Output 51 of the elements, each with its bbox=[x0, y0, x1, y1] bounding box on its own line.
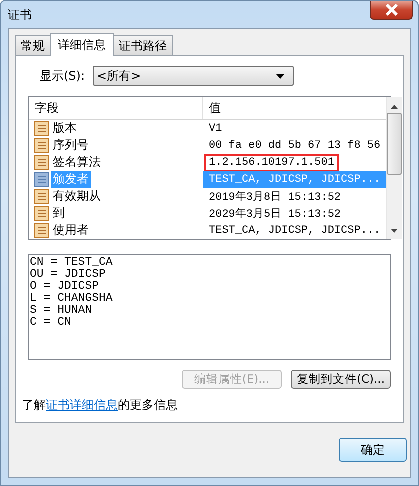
details-box[interactable]: CN = TEST_CA OU = JDICSP O = JDICSP L = CHANGSHA S = HUNAN C = CN bbox=[28, 254, 391, 360]
detail-line: CN = TEST_CA bbox=[30, 257, 114, 269]
close-button[interactable] bbox=[370, 1, 413, 20]
field-value: 00 fa e0 dd 5b 67 13 f8 56 bbox=[208, 138, 382, 154]
field-name: 有效期从 bbox=[52, 188, 102, 205]
column-header[interactable]: 字段 bbox=[29, 97, 203, 119]
detail-line: OU = JDICSP bbox=[30, 269, 107, 281]
field-name: 到 bbox=[52, 205, 66, 222]
dropdown-arrow-icon bbox=[276, 74, 286, 78]
field-name: 序列号 bbox=[52, 137, 90, 154]
detail-line: S = HUNAN bbox=[30, 305, 94, 317]
document-icon bbox=[34, 206, 50, 222]
scrollbar[interactable] bbox=[386, 97, 402, 239]
document-icon bbox=[34, 120, 50, 136]
field-row[interactable]: 使用者 TEST_CA, JDICSP, JDICSP... bbox=[29, 222, 386, 239]
document-icon bbox=[34, 222, 50, 238]
window-title: 证书 bbox=[8, 7, 32, 24]
scroll-thumb[interactable] bbox=[386, 113, 402, 175]
field-row[interactable]: 到 2029年3月5日 15:13:52 bbox=[29, 205, 386, 222]
field-value: TEST_CA, JDICSP, JDICSP... bbox=[208, 224, 382, 238]
field-value: V1 bbox=[208, 122, 224, 136]
field-name: 签名算法 bbox=[52, 154, 102, 171]
show-label: 显示(S): bbox=[40, 68, 86, 84]
scroll-up-icon bbox=[390, 105, 398, 109]
field-row[interactable]: 序列号 00 fa e0 dd 5b 67 13 f8 56 bbox=[29, 137, 386, 154]
detail-line: L = CHANGSHA bbox=[30, 293, 114, 305]
field-row[interactable]: 有效期从 2019年3月8日 15:13:52 bbox=[29, 188, 386, 205]
show-dropdown[interactable]: <所有> bbox=[93, 66, 294, 86]
scroll-down-icon bbox=[390, 229, 398, 233]
ok-button[interactable]: 确定 bbox=[339, 438, 407, 462]
close-icon bbox=[384, 4, 398, 16]
document-icon bbox=[34, 154, 50, 170]
document-icon bbox=[34, 172, 50, 188]
tab[interactable]: 详细信息 bbox=[50, 33, 114, 56]
field-name: 颁发者 bbox=[51, 171, 91, 188]
field-row[interactable]: 版本 V1 bbox=[29, 120, 386, 137]
details-link[interactable]: 证书详细信息 bbox=[46, 398, 118, 412]
action-button[interactable]: 复制到文件(C)... bbox=[291, 370, 391, 389]
detail-line: C = CN bbox=[30, 317, 72, 329]
field-value: 2029年3月5日 15:13:52 bbox=[208, 207, 342, 223]
field-name: 使用者 bbox=[52, 222, 90, 239]
column-header[interactable]: 值 bbox=[203, 97, 386, 119]
detail-line: O = JDICSP bbox=[30, 281, 100, 293]
tab[interactable]: 证书路径 bbox=[113, 35, 173, 55]
document-icon bbox=[34, 188, 50, 204]
field-name: 版本 bbox=[52, 120, 78, 137]
field-value: TEST_CA, JDICSP, JDICSP... bbox=[208, 172, 382, 188]
document-icon bbox=[34, 138, 50, 154]
field-value: 2019年3月8日 15:13:52 bbox=[208, 190, 342, 206]
tab[interactable]: 常规 bbox=[15, 35, 51, 55]
info-text: 了解证书详细信息的更多信息 bbox=[22, 397, 179, 414]
